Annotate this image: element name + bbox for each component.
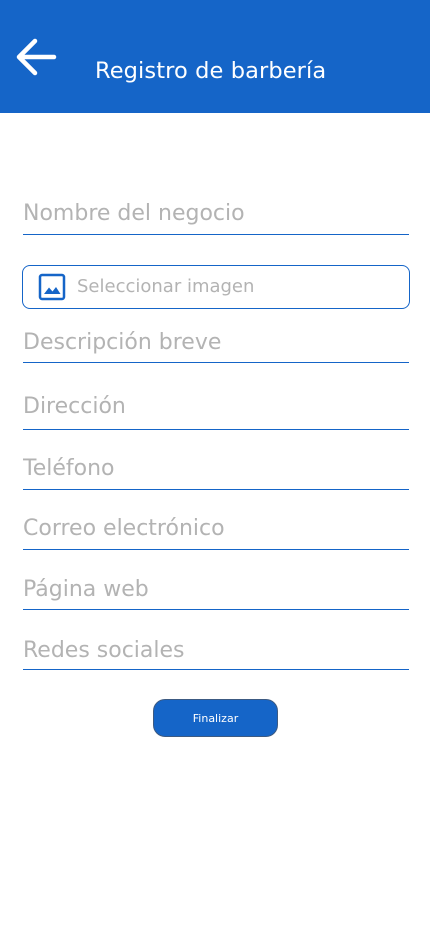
arrow-left-icon bbox=[14, 36, 58, 78]
address-input[interactable] bbox=[23, 384, 409, 430]
select-image-button[interactable]: Seleccionar imagen bbox=[22, 265, 410, 309]
website-input[interactable] bbox=[23, 569, 409, 610]
email-input[interactable] bbox=[23, 507, 409, 550]
finish-button[interactable]: Finalizar bbox=[153, 699, 278, 737]
phone-input[interactable] bbox=[23, 447, 409, 490]
image-icon bbox=[38, 273, 66, 301]
app-bar: Registro de barbería bbox=[0, 0, 430, 113]
description-input[interactable] bbox=[23, 322, 409, 363]
back-button[interactable] bbox=[14, 36, 58, 78]
business-name-input[interactable] bbox=[23, 192, 409, 235]
page-title: Registro de barbería bbox=[95, 58, 327, 85]
social-media-input[interactable] bbox=[23, 631, 409, 670]
select-image-label: Seleccionar imagen bbox=[77, 276, 255, 297]
